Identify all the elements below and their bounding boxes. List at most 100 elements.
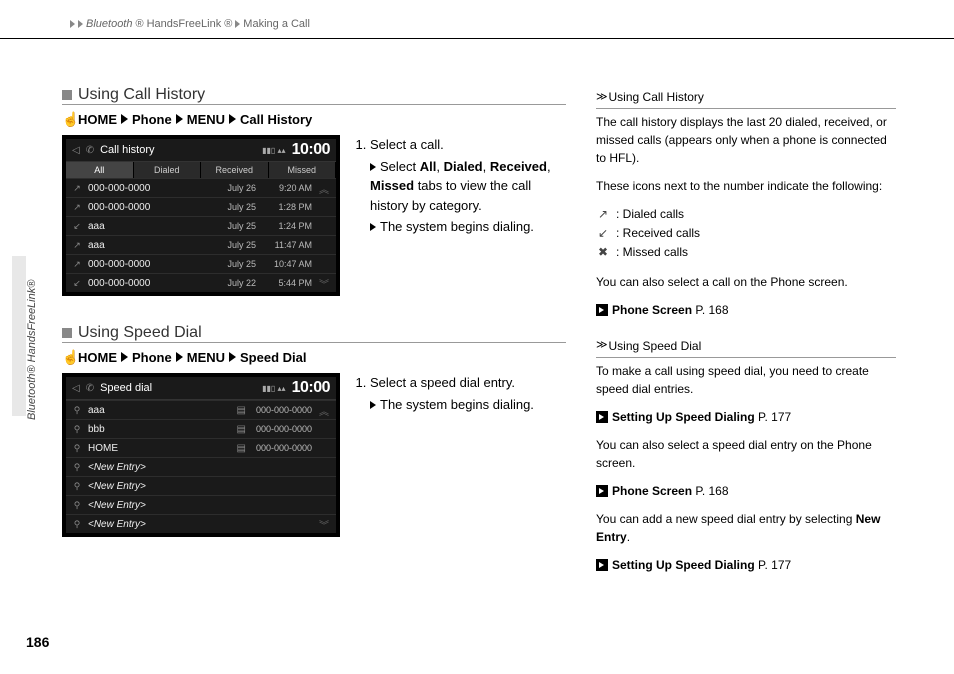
phone-icon: ✆ bbox=[86, 383, 94, 394]
side-tab bbox=[12, 256, 26, 416]
sidebar-title: Using Call History bbox=[609, 88, 704, 106]
steps-speed-dial: Select a speed dial entry. The system be… bbox=[352, 373, 534, 416]
speed-dial-row[interactable]: ⚲bbb▤000-000-0000 bbox=[66, 419, 336, 438]
sidebar-text: To make a call using speed dial, you nee… bbox=[596, 362, 896, 398]
sidebar-speed-dial: ≫ Using Speed Dial To make a call using … bbox=[596, 337, 896, 574]
step-text: Select a call. bbox=[370, 137, 444, 152]
history-row[interactable]: ↗000-000-0000July 2510:47 AM bbox=[66, 254, 336, 273]
dialed-icon: ↗ bbox=[596, 205, 610, 224]
steps-call-history: Select a call. Select All, Dialed, Recei… bbox=[352, 135, 566, 239]
chevron-right-icon bbox=[121, 352, 128, 362]
speed-dial-row[interactable]: ⚲<New Entry> bbox=[66, 495, 336, 514]
page-number: 186 bbox=[26, 634, 49, 650]
cross-ref-link[interactable]: Phone Screen bbox=[612, 303, 692, 317]
signal-icon: ▮▮▯ ▴▴ bbox=[262, 146, 285, 155]
received-icon: ↙ bbox=[72, 278, 82, 289]
sidebar-text: These icons next to the number indicate … bbox=[596, 177, 896, 195]
double-chevron-icon: ≫ bbox=[596, 337, 605, 354]
signal-icon: ▮▮▯ ▴▴ bbox=[262, 384, 285, 393]
breadcrumb-part: HandsFreeLink bbox=[147, 18, 222, 30]
link-arrow-icon bbox=[596, 304, 608, 316]
cross-ref-link[interactable]: Setting Up Speed Dialing bbox=[612, 410, 755, 424]
missed-icon: ✖ bbox=[596, 243, 610, 262]
cross-ref-link[interactable]: Phone Screen bbox=[612, 484, 692, 498]
hand-pointer-icon: ☝ bbox=[62, 111, 74, 127]
history-row[interactable]: ↗000-000-0000July 269:20 AM︽ bbox=[66, 178, 336, 197]
voice-icon: ⚲ bbox=[72, 405, 82, 416]
dialed-icon: ↗ bbox=[72, 259, 82, 270]
scroll-up-icon[interactable]: ︽ bbox=[318, 403, 330, 418]
voice-icon: ⚲ bbox=[72, 481, 82, 492]
clock: 10:00 bbox=[292, 379, 330, 397]
chevron-right-icon bbox=[235, 20, 240, 28]
phone-line-icon: ▤ bbox=[236, 424, 245, 435]
chevron-right-icon bbox=[229, 352, 236, 362]
step-text: Select a speed dial entry. bbox=[370, 375, 515, 390]
dialed-icon: ↗ bbox=[72, 183, 82, 194]
speed-dial-row[interactable]: ⚲<New Entry>︾ bbox=[66, 514, 336, 533]
history-row[interactable]: ↙000-000-0000July 225:44 PM︾ bbox=[66, 273, 336, 292]
sidebar-text: The call history displays the last 20 di… bbox=[596, 113, 896, 167]
tab-received[interactable]: Received bbox=[201, 162, 269, 178]
chevron-right-icon bbox=[78, 20, 83, 28]
chevron-right-icon bbox=[70, 20, 75, 28]
history-row[interactable]: ↗aaaJuly 2511:47 AM bbox=[66, 235, 336, 254]
speed-dial-row[interactable]: ⚲aaa▤000-000-0000︽ bbox=[66, 400, 336, 419]
phone-line-icon: ▤ bbox=[236, 443, 245, 454]
square-bullet-icon bbox=[62, 328, 72, 338]
breadcrumb-part: Bluetooth bbox=[86, 18, 132, 30]
dialed-icon: ↗ bbox=[72, 240, 82, 251]
voice-icon: ⚲ bbox=[72, 424, 82, 435]
call-history-screen: ◁ ✆ Call history ▮▮▯ ▴▴ 10:00 All Dialed… bbox=[62, 135, 340, 296]
received-icon: ↙ bbox=[72, 221, 82, 232]
back-icon: ◁ bbox=[72, 145, 80, 156]
breadcrumb-part: Making a Call bbox=[243, 18, 310, 30]
speed-dial-row[interactable]: ⚲HOME▤000-000-0000 bbox=[66, 438, 336, 457]
voice-icon: ⚲ bbox=[72, 462, 82, 473]
screen-title: Speed dial bbox=[100, 382, 256, 394]
history-row[interactable]: ↙aaaJuly 251:24 PM bbox=[66, 216, 336, 235]
link-arrow-icon bbox=[596, 411, 608, 423]
chevron-right-icon bbox=[370, 401, 376, 409]
speed-dial-screen: ◁ ✆ Speed dial ▮▮▯ ▴▴ 10:00 ⚲aaa▤000-000… bbox=[62, 373, 340, 537]
scroll-down-icon[interactable]: ︾ bbox=[318, 276, 330, 291]
chevron-right-icon bbox=[229, 114, 236, 124]
voice-icon: ⚲ bbox=[72, 519, 82, 530]
square-bullet-icon bbox=[62, 90, 72, 100]
nav-path: ☝ HOME Phone MENU Speed Dial bbox=[62, 349, 566, 365]
chevron-right-icon bbox=[176, 114, 183, 124]
breadcrumb: Bluetooth® HandsFreeLink® Making a Call bbox=[70, 18, 310, 30]
section-heading-call-history: Using Call History bbox=[62, 86, 566, 105]
scroll-up-icon[interactable]: ︽ bbox=[318, 181, 330, 196]
back-icon: ◁ bbox=[72, 383, 80, 394]
sidebar-title: Using Speed Dial bbox=[609, 337, 702, 355]
link-arrow-icon bbox=[596, 559, 608, 571]
nav-path: ☝ HOME Phone MENU Call History bbox=[62, 111, 566, 127]
voice-icon: ⚲ bbox=[72, 443, 82, 454]
sidebar-text: You can also select a speed dial entry o… bbox=[596, 436, 896, 472]
scroll-down-icon[interactable]: ︾ bbox=[318, 517, 330, 532]
step-text: The system begins dialing. bbox=[380, 397, 534, 412]
speed-dial-row[interactable]: ⚲<New Entry> bbox=[66, 476, 336, 495]
step-text: The system begins dialing. bbox=[380, 219, 534, 234]
cross-ref-link[interactable]: Setting Up Speed Dialing bbox=[612, 558, 755, 572]
double-chevron-icon: ≫ bbox=[596, 89, 605, 106]
icon-legend: ↗: Dialed calls ↙: Received calls ✖: Mis… bbox=[596, 205, 896, 263]
history-tabs: All Dialed Received Missed bbox=[66, 162, 336, 178]
phone-line-icon: ▤ bbox=[236, 405, 245, 416]
link-arrow-icon bbox=[596, 485, 608, 497]
tab-dialed[interactable]: Dialed bbox=[134, 162, 202, 178]
section-title: Using Call History bbox=[78, 86, 205, 104]
history-row[interactable]: ↗000-000-0000July 251:28 PM bbox=[66, 197, 336, 216]
tab-missed[interactable]: Missed bbox=[269, 162, 337, 178]
speed-dial-row[interactable]: ⚲<New Entry> bbox=[66, 457, 336, 476]
section-title: Using Speed Dial bbox=[78, 324, 202, 342]
clock: 10:00 bbox=[292, 141, 330, 159]
phone-icon: ✆ bbox=[86, 145, 94, 156]
sidebar-call-history: ≫ Using Call History The call history di… bbox=[596, 88, 896, 319]
side-tab-label: Bluetooth® HandsFreeLink® bbox=[26, 280, 38, 420]
tab-all[interactable]: All bbox=[66, 162, 134, 178]
screen-title: Call history bbox=[100, 144, 256, 156]
chevron-right-icon bbox=[176, 352, 183, 362]
sidebar-text: You can also select a call on the Phone … bbox=[596, 273, 896, 291]
